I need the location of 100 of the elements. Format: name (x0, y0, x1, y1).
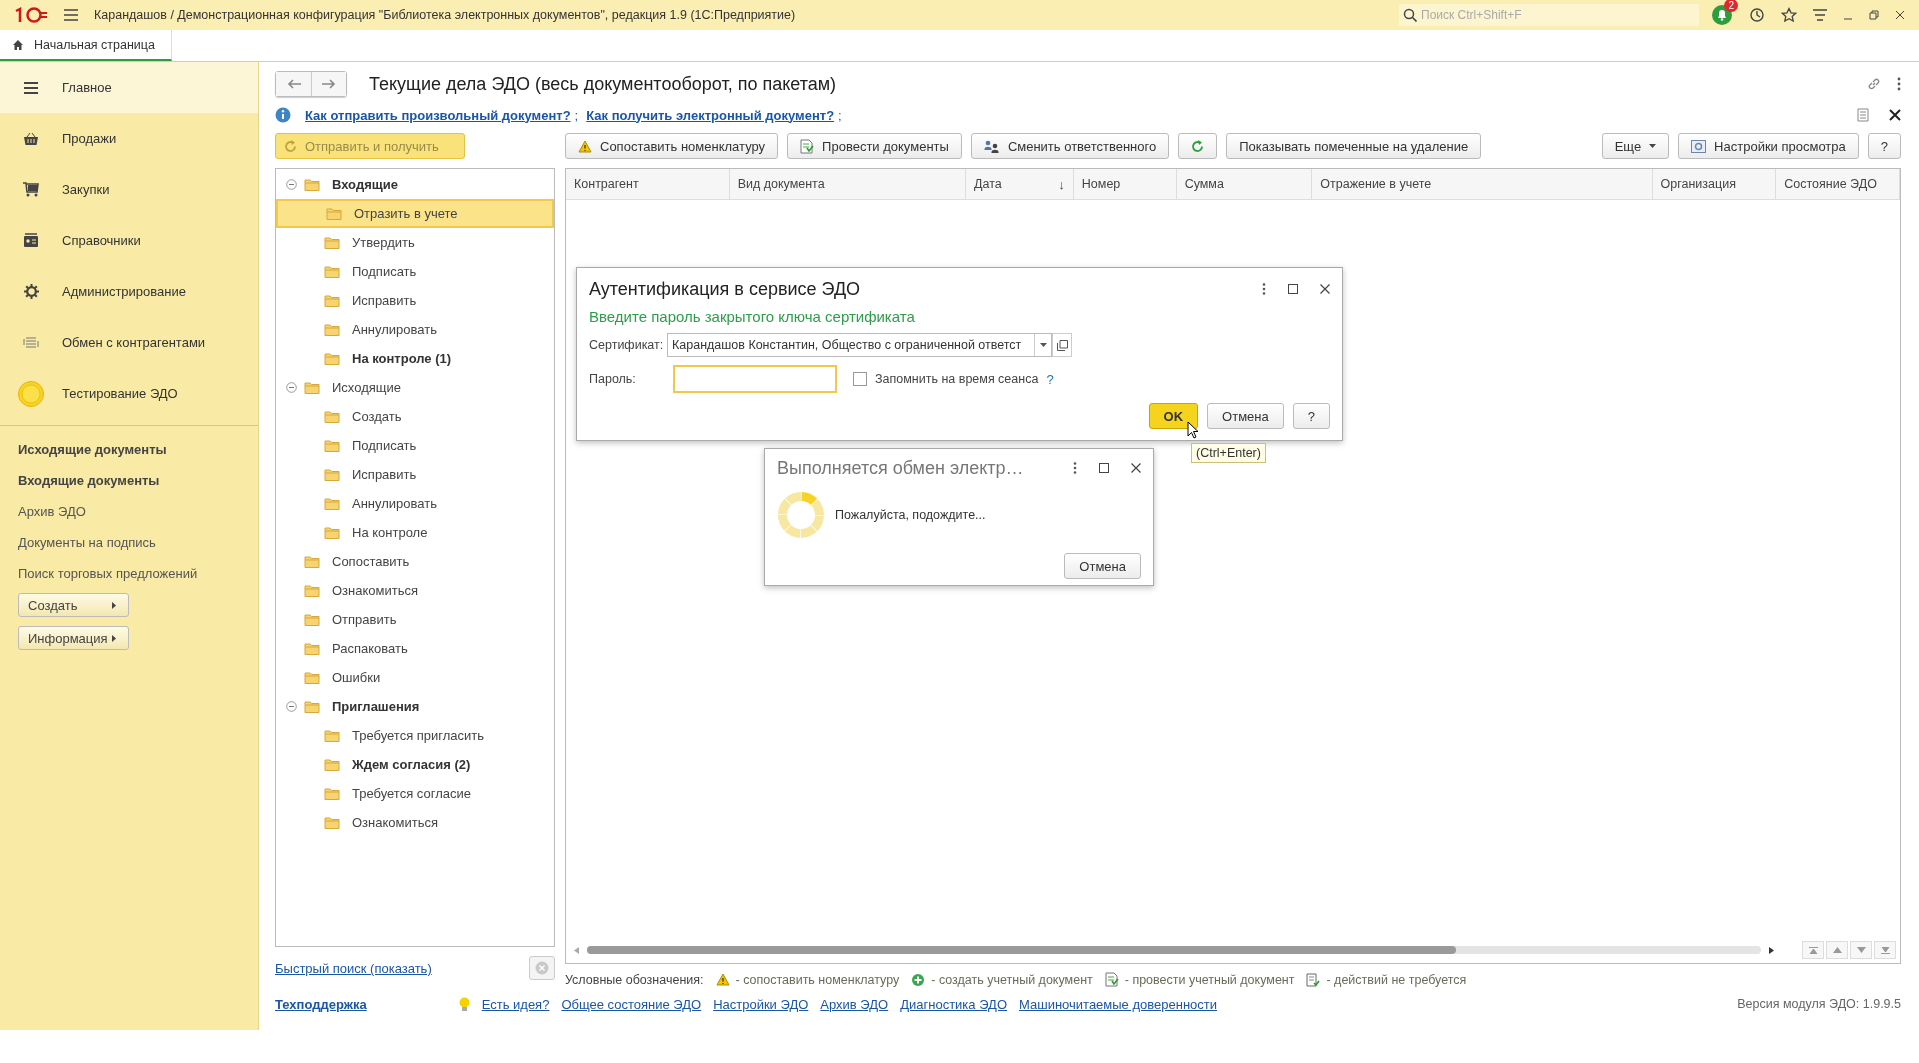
close-icon[interactable] (1131, 463, 1141, 473)
remember-checkbox[interactable]: Запомнить на время сеанса (853, 372, 1039, 386)
next-row-button[interactable] (1850, 941, 1872, 959)
horizontal-scrollbar[interactable] (587, 946, 1761, 954)
tree-item[interactable]: Требуется пригласить (276, 721, 554, 750)
help-link[interactable]: Как получить электронный документ? (586, 107, 835, 123)
sidebar-link[interactable]: Исходящие документы (0, 434, 185, 465)
column-header[interactable]: Отражение в учете (1312, 169, 1653, 199)
tree-item[interactable]: Ознакомиться (276, 576, 554, 605)
restore-icon[interactable] (1869, 10, 1879, 20)
column-header[interactable]: Состояние ЭДО (1776, 169, 1900, 199)
dropdown-button[interactable]: Создать (18, 593, 129, 617)
filter-icon[interactable] (1813, 9, 1827, 21)
dialog-button[interactable]: Отмена (1207, 403, 1284, 429)
footer-link[interactable]: Настройки ЭДО (713, 996, 809, 1012)
tree-item[interactable]: Создать (276, 402, 554, 431)
sidebar-link[interactable]: Архив ЭДО (0, 496, 104, 527)
more-button[interactable]: Еще (1601, 133, 1670, 159)
toolbar-button[interactable]: Показывать помеченные на удаление (1226, 133, 1482, 159)
password-field[interactable] (673, 365, 837, 393)
column-header[interactable]: Дата ↓ (966, 169, 1074, 199)
previous-row-button[interactable] (1826, 941, 1848, 959)
footer-link[interactable]: Диагностика ЭДО (900, 996, 1007, 1012)
dropdown-button[interactable]: Информация (18, 626, 129, 650)
maximize-icon[interactable] (1288, 284, 1298, 294)
footer-link[interactable]: Общее состояние ЭДО (561, 996, 702, 1012)
tree-item[interactable]: Исходящие (276, 373, 554, 402)
quick-search-link[interactable]: Быстрый поиск (показать) (275, 960, 432, 976)
collapse-icon[interactable] (286, 382, 297, 393)
tree-item[interactable]: Подписать (276, 257, 554, 286)
collapse-icon[interactable] (286, 701, 297, 712)
toolbar-button[interactable]: Провести документы (787, 133, 962, 159)
menu-icon[interactable] (64, 9, 78, 21)
tree-item[interactable]: Приглашения (276, 692, 554, 721)
support-link[interactable]: Техподдержка (275, 996, 367, 1012)
sidebar-item[interactable]: Главное (0, 62, 258, 113)
sidebar-link[interactable]: Входящие документы (0, 465, 178, 496)
collapse-icon[interactable] (286, 179, 297, 190)
column-header[interactable]: Организация (1652, 169, 1777, 199)
tree-item[interactable]: Исправить (276, 460, 554, 489)
scroll-right-icon[interactable] (1769, 946, 1774, 954)
cancel-button[interactable]: Отмена (1064, 553, 1141, 579)
tree-item[interactable]: Отразить в учете (276, 199, 554, 228)
column-header[interactable]: Номер (1073, 169, 1177, 199)
dialog-button[interactable]: OK (1148, 403, 1199, 429)
tree-item[interactable]: На контроле (1) (276, 344, 554, 373)
tree-item[interactable]: Отправить (276, 605, 554, 634)
column-header[interactable]: Сумма (1176, 169, 1313, 199)
tree-item[interactable]: Подписать (276, 431, 554, 460)
more-icon[interactable] (1897, 77, 1901, 91)
close-icon[interactable] (1889, 109, 1901, 121)
close-icon[interactable] (1895, 10, 1905, 20)
tree-item[interactable]: Ошибки (276, 663, 554, 692)
more-icon[interactable] (1073, 462, 1077, 474)
close-icon[interactable] (1320, 284, 1330, 294)
toolbar-button[interactable]: Сменить ответственного (970, 133, 1170, 159)
sidebar-item[interactable]: Закупки (0, 164, 258, 215)
tree-item[interactable]: На контроле (276, 518, 554, 547)
toolbar-button[interactable]: Сопоставить номенклатуру (565, 133, 779, 159)
dialog-button[interactable]: ? (1292, 403, 1330, 429)
sidebar-link[interactable]: Поиск торговых предложений (0, 558, 216, 589)
help-link[interactable]: Как отправить произвольный документ? (305, 107, 571, 123)
column-header[interactable]: Вид документа (729, 169, 967, 199)
first-row-button[interactable] (1802, 941, 1824, 959)
last-row-button[interactable] (1874, 941, 1896, 959)
tree-item[interactable]: Аннулировать (276, 489, 554, 518)
sidebar-item[interactable]: Администрирование (0, 266, 258, 317)
tree-item[interactable]: Распаковать (276, 634, 554, 663)
tree-item[interactable]: Исправить (276, 286, 554, 315)
search-field[interactable]: Поиск Ctrl+Shift+F (1399, 4, 1699, 26)
star-icon[interactable] (1781, 7, 1797, 23)
checkbox[interactable] (853, 372, 867, 386)
column-header[interactable]: Контрагент (566, 169, 730, 199)
open-icon[interactable] (1056, 339, 1068, 351)
tree-item[interactable]: Аннулировать (276, 315, 554, 344)
sidebar-item[interactable]: Обмен с контрагентами (0, 317, 258, 368)
link-icon[interactable] (1867, 77, 1881, 91)
sidebar-item[interactable]: Тестирование ЭДО (0, 368, 258, 419)
tree-item[interactable]: Ждем согласия (2) (276, 750, 554, 779)
maximize-icon[interactable] (1099, 463, 1109, 473)
sidebar-item[interactable]: Справочники (0, 215, 258, 266)
more-icon[interactable] (1262, 283, 1266, 295)
refresh-button[interactable] (1178, 133, 1218, 159)
history-icon[interactable] (1749, 7, 1765, 23)
forward-button[interactable] (311, 72, 346, 96)
tree-item[interactable]: Требуется согласие (276, 779, 554, 808)
tree-item[interactable]: Сопоставить (276, 547, 554, 576)
toolbar-button[interactable]: Настройки просмотра (1678, 133, 1859, 159)
toolbar-button[interactable]: ? (1867, 133, 1901, 159)
sidebar-item[interactable]: Продажи (0, 113, 258, 164)
scroll-left-icon[interactable] (574, 946, 579, 954)
tree-item[interactable]: Входящие (276, 170, 554, 199)
tree-item[interactable]: Ознакомиться (276, 808, 554, 837)
sidebar-link[interactable]: Документы на подпись (0, 527, 174, 558)
help-mark[interactable]: ? (1046, 371, 1054, 387)
back-button[interactable] (276, 72, 311, 96)
certificate-field[interactable]: Карандашов Константин, Общество с ограниченной ответст (667, 333, 1052, 357)
footer-link[interactable]: Машиночитаемые доверенности (1019, 996, 1218, 1012)
footer-link[interactable]: Архив ЭДО (820, 996, 889, 1012)
dropdown-icon[interactable] (1039, 343, 1047, 347)
